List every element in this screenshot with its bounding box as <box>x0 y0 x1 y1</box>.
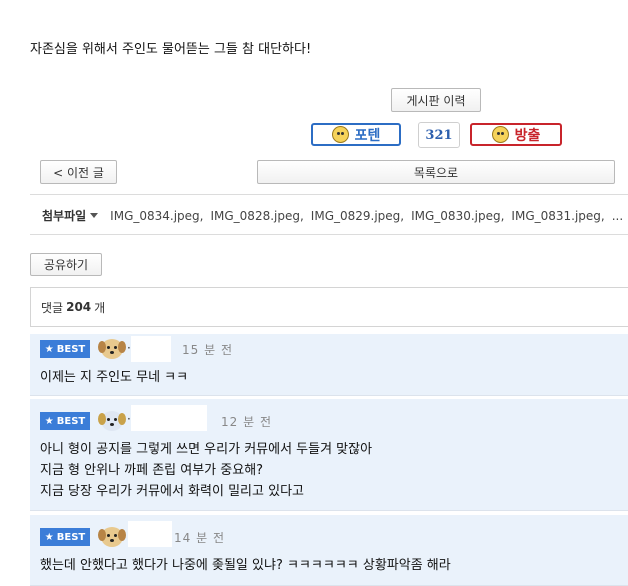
share-button[interactable]: 공유하기 <box>30 253 102 276</box>
bang-button[interactable]: 방출 <box>470 123 562 146</box>
comment-item: ★ BEST 14 분 전 했는데 안했다고 했다가 나중에 좆될일 있냐? ㅋ… <box>30 515 628 586</box>
bang-label: 방출 <box>514 127 541 144</box>
comments-header: 댓글 204 개 <box>30 287 628 327</box>
author-name-redacted <box>131 336 171 362</box>
best-badge: ★ BEST <box>40 340 90 358</box>
dog-avatar-icon[interactable] <box>98 408 126 434</box>
post-body-text: 자존심을 위해서 주인도 물어뜯는 그들 참 대단하다! <box>30 42 312 57</box>
comment-text: 이제는 지 주인도 무네 ㅋㅋ <box>40 370 189 385</box>
comment-text-line: 아니 형이 공지를 그렇게 쓰면 우리가 커뮤에서 두들겨 맞잖아 <box>40 442 373 457</box>
star-icon: ★ <box>44 415 54 427</box>
comments-count: 204 <box>66 300 92 314</box>
back-to-list-button[interactable]: 목록으로 <box>257 160 615 184</box>
attachment-file[interactable]: IMG_0828.jpeg, <box>210 209 303 223</box>
comments-unit: 개 <box>94 300 106 315</box>
vote-count-badge: 321 <box>418 122 460 148</box>
attachments-toggle[interactable]: 첨부파일 <box>42 207 86 224</box>
attachment-file[interactable]: IMG_0831.jpeg, <box>511 209 604 223</box>
best-badge: ★ BEST <box>40 528 90 546</box>
divider <box>30 234 628 235</box>
comments-label: 댓글 <box>41 300 64 315</box>
poten-face-icon <box>331 126 349 143</box>
attachments-more[interactable]: ... <box>612 209 623 223</box>
poten-label: 포텐 <box>354 127 381 144</box>
comment-item: ★ BEST · 15 분 전 이제는 지 주인도 무네 ㅋㅋ <box>30 334 628 396</box>
dog-avatar-icon[interactable] <box>98 524 126 550</box>
board-history-button[interactable]: 게시판 이력 <box>391 88 481 112</box>
prev-post-button[interactable]: < 이전 글 <box>40 160 117 184</box>
comment-text-line: 지금 당장 우리가 커뮤에서 화력이 밀리고 있다고 <box>40 484 304 499</box>
attachments-row: 첨부파일 IMG_0834.jpeg, IMG_0828.jpeg, IMG_0… <box>42 207 628 224</box>
divider <box>30 194 628 195</box>
bang-face-icon <box>491 126 509 143</box>
attachment-file[interactable]: IMG_0830.jpeg, <box>411 209 504 223</box>
author-name-redacted <box>128 521 172 547</box>
comment-text-line: 지금 형 안위나 까페 존립 여부가 중요해? <box>40 463 264 478</box>
star-icon: ★ <box>44 531 54 543</box>
comment-text: 했는데 안했다고 했다가 나중에 좆될일 있냐? ㅋㅋㅋㅋㅋㅋ 상황파악좀 해라 <box>40 558 451 573</box>
dog-avatar-icon[interactable] <box>98 336 126 362</box>
comment-item: ★ BEST · 12 분 전 아니 형이 공지를 그렇게 쓰면 우리가 커뮤에… <box>30 399 628 511</box>
best-badge: ★ BEST <box>40 412 90 430</box>
star-icon: ★ <box>44 343 54 355</box>
poten-button[interactable]: 포텐 <box>311 123 401 146</box>
attachment-file[interactable]: IMG_0829.jpeg, <box>311 209 404 223</box>
author-name-redacted <box>131 405 207 431</box>
attachment-file[interactable]: IMG_0834.jpeg, <box>110 209 203 223</box>
comment-time: 12 분 전 <box>221 415 272 429</box>
comment-time: 15 분 전 <box>182 343 233 357</box>
comment-time: 14 분 전 <box>174 531 225 545</box>
caret-down-icon[interactable] <box>90 213 99 218</box>
